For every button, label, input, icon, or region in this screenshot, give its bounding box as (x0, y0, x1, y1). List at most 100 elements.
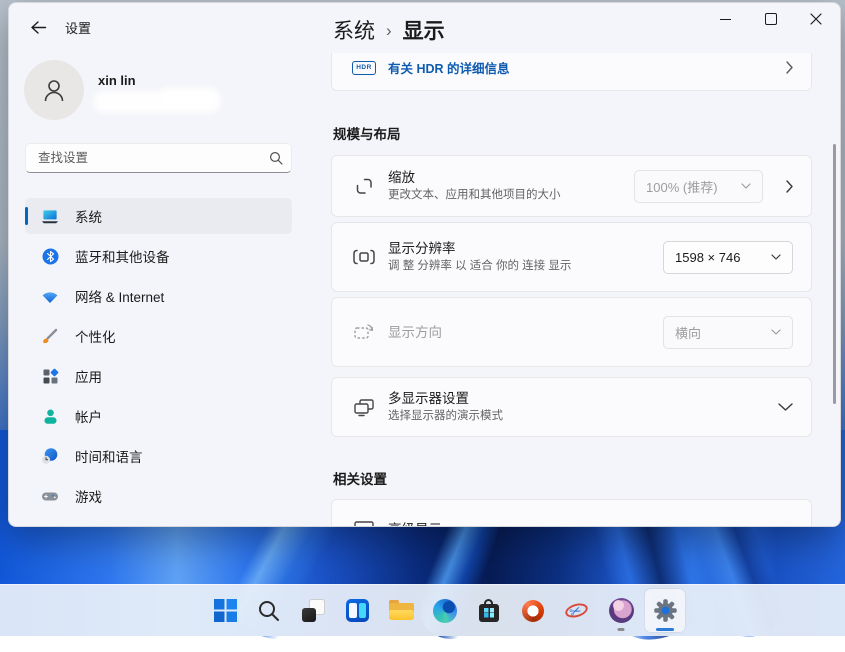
taskbar-task-view-button[interactable] (293, 589, 333, 632)
multi-display-subtitle: 选择显示器的演示模式 (388, 409, 763, 424)
orientation-dropdown-value: 横向 (675, 323, 701, 342)
account-person-icon (41, 407, 59, 425)
bluetooth-icon (41, 247, 59, 265)
microsoft-store-icon (477, 599, 501, 623)
scale-dropdown-value: 100% (推荐) (646, 177, 718, 196)
minimize-button[interactable] (703, 3, 748, 35)
resolution-icon (352, 246, 376, 268)
resolution-dropdown[interactable]: 1598 × 746 (663, 241, 793, 274)
sidebar-item-label: 蓝牙和其他设备 (75, 246, 170, 266)
search-box (25, 143, 292, 173)
orientation-row: 显示方向 横向 (331, 297, 812, 367)
resolution-dropdown-value: 1598 × 746 (675, 250, 740, 265)
sidebar-item-label: 系统 (75, 206, 102, 226)
taskbar-store-button[interactable] (469, 589, 509, 632)
user-email-redacted (159, 87, 219, 105)
edge-browser-icon (433, 599, 457, 623)
scale-dropdown[interactable]: 100% (推荐) (634, 170, 763, 203)
taskbar-office-button[interactable] (513, 589, 553, 632)
user-avatar[interactable] (24, 60, 84, 120)
chevron-right-icon (786, 180, 793, 193)
office-icon (522, 600, 544, 622)
taskbar-edge-button[interactable] (425, 589, 465, 632)
scale-subtitle: 更改文本、应用和其他项目的大小 (388, 188, 634, 203)
taskbar: ✂ (0, 584, 845, 636)
hdr-row[interactable]: HDR 有关 HDR 的详细信息 (331, 53, 812, 91)
start-icon (214, 599, 237, 622)
snipping-tool-icon: ✂ (564, 599, 590, 623)
multi-display-row[interactable]: 多显示器设置 选择显示器的演示模式 (331, 377, 812, 437)
sidebar-item-system[interactable]: 系统 (25, 198, 292, 234)
desktop: { "colors": { "accent": "#0067c0", "link… (0, 0, 845, 636)
taskbar-search-button[interactable] (249, 589, 289, 632)
orientation-dropdown[interactable]: 横向 (663, 316, 793, 349)
sidebar-item-personalization[interactable]: 个性化 (25, 318, 292, 354)
app-avatar-icon (609, 598, 634, 623)
multi-display-icon (352, 396, 376, 418)
settings-gear-icon (652, 597, 679, 624)
system-laptop-icon (41, 207, 59, 225)
breadcrumb: 系统 › 显示 (333, 15, 445, 45)
brush-icon (41, 327, 59, 345)
scale-icon (352, 175, 376, 197)
back-button[interactable] (25, 16, 51, 38)
breadcrumb-display: 显示 (403, 15, 445, 45)
search-icon (257, 599, 281, 623)
sidebar-nav: 系统 蓝牙和其他设备 网络 & Internet (25, 198, 292, 518)
search-icon (269, 151, 283, 165)
resolution-subtitle: 调 整 分辨率 以 适合 你的 连接 显示 (388, 259, 663, 274)
widgets-icon (346, 599, 369, 622)
advanced-display-row[interactable]: 高级显示 (331, 499, 812, 527)
sidebar-item-time-language[interactable]: 时间和语言 (25, 438, 292, 474)
minimize-icon (720, 19, 731, 20)
advanced-display-icon (352, 518, 376, 527)
active-app-indicator (656, 628, 674, 631)
resolution-title: 显示分辨率 (388, 240, 663, 257)
breadcrumb-system[interactable]: 系统 (333, 15, 375, 45)
selected-indicator (25, 207, 28, 225)
chevron-down-expand-icon (778, 403, 793, 411)
taskbar-running-app-button[interactable] (601, 589, 641, 632)
resolution-row: 显示分辨率 调 整 分辨率 以 适合 你的 连接 显示 1598 × 746 (331, 222, 812, 292)
taskbar-start-button[interactable] (205, 589, 245, 632)
hdr-badge-icon: HDR (352, 61, 376, 75)
close-button[interactable] (793, 3, 838, 35)
chevron-right-icon (786, 61, 793, 74)
taskbar-file-explorer-button[interactable] (381, 589, 421, 632)
chevron-down-icon (741, 183, 751, 189)
app-title: 设置 (65, 18, 91, 37)
content-pane: HDR 有关 HDR 的详细信息 规模与布局 缩 (331, 53, 823, 527)
scissors-glyph: ✂ (567, 602, 584, 621)
search-input[interactable] (36, 150, 269, 166)
maximize-button[interactable] (748, 3, 793, 35)
window-controls (703, 3, 838, 35)
scale-title: 缩放 (388, 169, 634, 186)
sidebar-item-network-internet[interactable]: 网络 & Internet (25, 278, 292, 314)
scale-row[interactable]: 缩放 更改文本、应用和其他项目的大小 100% (推荐) (331, 155, 812, 217)
breadcrumb-separator: › (386, 19, 392, 41)
section-related-settings: 相关设置 (333, 468, 387, 488)
sidebar-item-label: 帐户 (75, 406, 102, 426)
sidebar-item-apps[interactable]: 应用 (25, 358, 292, 394)
chevron-down-icon (771, 329, 781, 335)
hdr-learn-more-link[interactable]: 有关 HDR 的详细信息 (388, 58, 763, 77)
person-outline-icon (39, 75, 69, 105)
back-arrow-icon (30, 20, 47, 35)
sidebar-item-label: 时间和语言 (75, 446, 143, 466)
advanced-display-title: 高级显示 (388, 521, 793, 528)
sidebar-item-label: 应用 (75, 366, 102, 386)
running-indicator (618, 628, 625, 631)
sidebar-item-accounts[interactable]: 帐户 (25, 398, 292, 434)
sidebar-item-bluetooth-devices[interactable]: 蓝牙和其他设备 (25, 238, 292, 274)
content-scrollbar[interactable] (833, 144, 836, 404)
orientation-icon (352, 321, 376, 343)
file-explorer-icon (389, 600, 414, 621)
close-icon (810, 13, 822, 25)
maximize-icon (765, 13, 777, 25)
apps-grid-icon (41, 367, 59, 385)
task-view-icon (302, 599, 325, 622)
sidebar-item-gaming[interactable]: 游戏 (25, 478, 292, 514)
taskbar-settings-button[interactable] (645, 589, 685, 632)
taskbar-widgets-button[interactable] (337, 589, 377, 632)
taskbar-snipping-tool-button[interactable]: ✂ (557, 589, 597, 632)
